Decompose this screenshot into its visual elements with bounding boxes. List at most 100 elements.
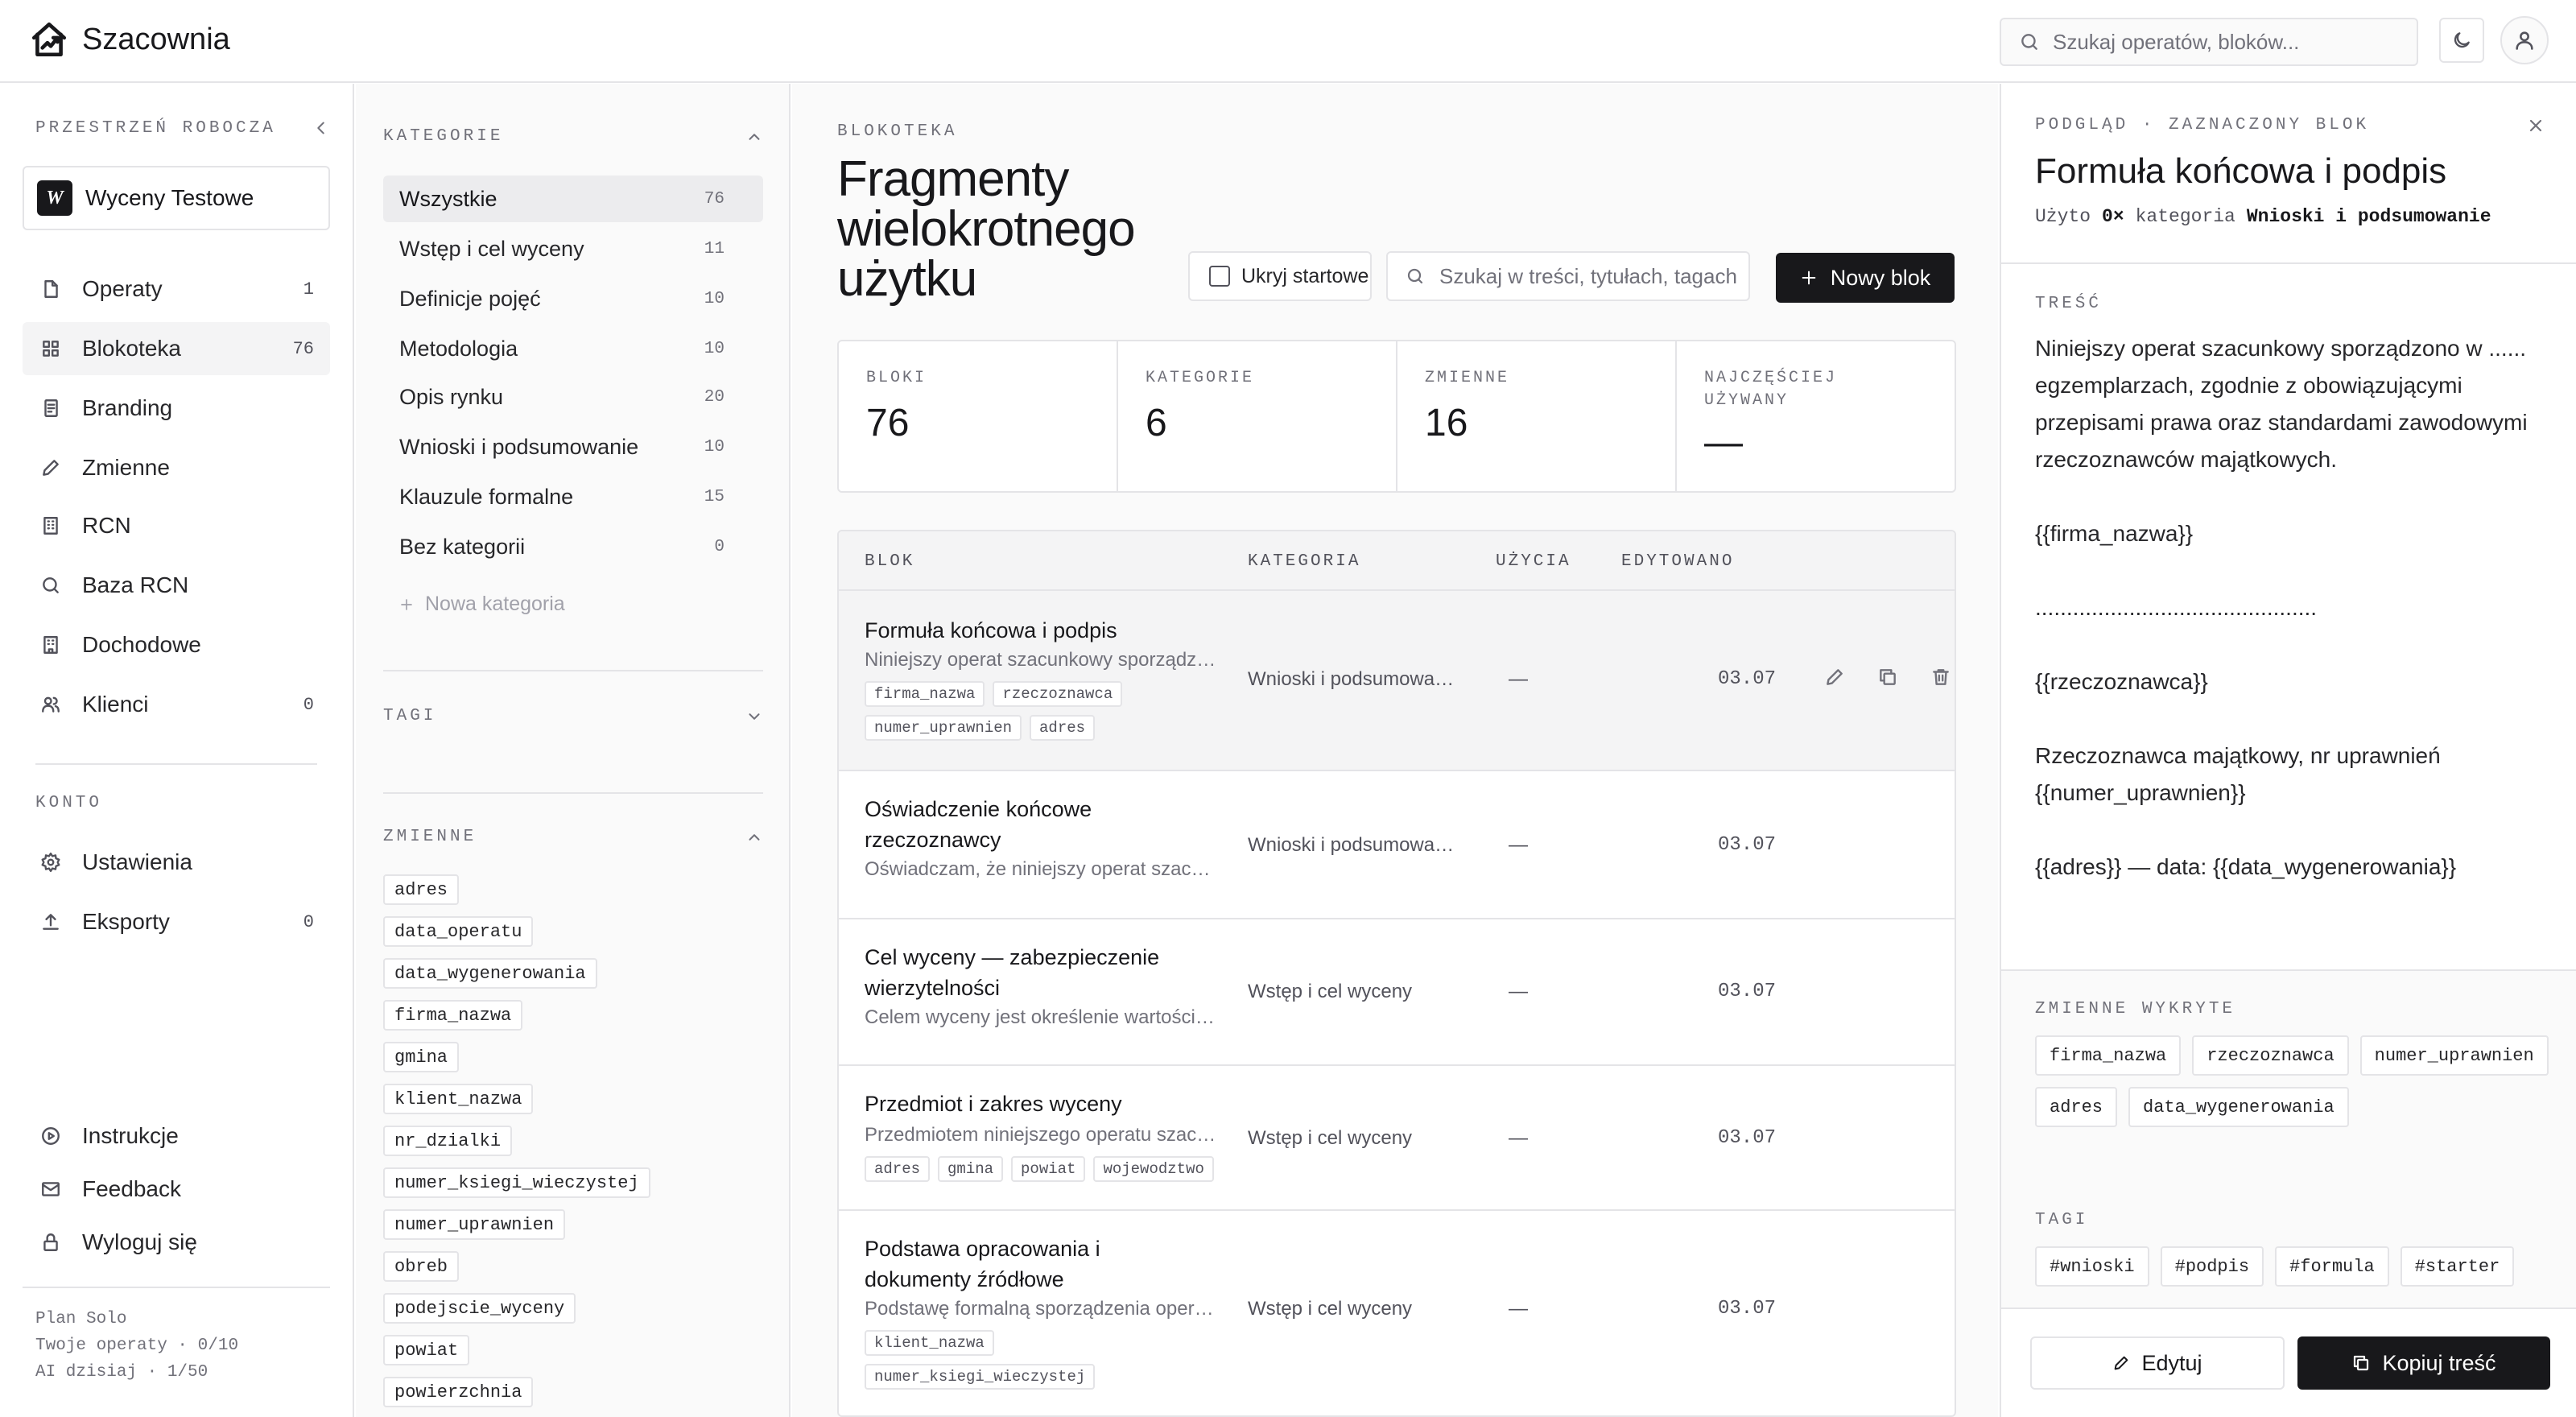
sidebar-divider [23, 1287, 330, 1288]
pencil-icon [39, 456, 63, 480]
variable-chip[interactable]: podejscie_wyceny [383, 1293, 576, 1324]
sidebar-item-dochodowe[interactable]: Dochodowe [23, 618, 330, 671]
category-label: Definicje pojęć [399, 286, 541, 311]
variable-chip[interactable]: nr_dzialki [383, 1126, 513, 1156]
table-row[interactable]: Formuła końcowa i podpis Niniejszy opera… [839, 591, 1955, 771]
close-preview-button[interactable] [2526, 116, 2545, 135]
variable-tag: rzeczoznawca [993, 681, 1123, 707]
edit-button[interactable]: Edytuj [2030, 1336, 2285, 1390]
collapse-sidebar-button[interactable] [312, 119, 330, 137]
sidebar-item-baza-rcn[interactable]: Baza RCN [23, 559, 330, 612]
hide-starter-checkbox[interactable]: Ukryj startowe [1188, 251, 1372, 301]
column-header-edytowano[interactable]: EDYTOWANO [1621, 552, 1734, 571]
sidebar-item-feedback[interactable]: Feedback [23, 1163, 330, 1216]
tags-header[interactable]: TAGI [383, 707, 763, 725]
workspace-label: PRZESTRZEŃ ROBOCZA [35, 119, 276, 138]
checkbox[interactable] [1209, 266, 1230, 287]
block-title: Cel wyceny — zabezpieczenie wierzytelnoś… [865, 945, 1160, 1000]
variable-chip[interactable]: powierzchnia [383, 1377, 534, 1407]
user-avatar-button[interactable] [2500, 16, 2549, 64]
variable-chip[interactable]: obreb [383, 1251, 460, 1282]
stat-label: NAJCZĘŚCIEJ UŻYWANY [1704, 369, 1838, 410]
variable-chip[interactable]: numer_ksiegi_wieczystej [383, 1167, 650, 1198]
variable-chip[interactable]: rzeczoznawca [2192, 1035, 2349, 1076]
category-item[interactable]: Definicje pojęć 10 [383, 275, 763, 322]
sidebar-item-logout[interactable]: Wyloguj się [23, 1216, 330, 1269]
building-icon [39, 514, 63, 538]
sidebar-item-klienci[interactable]: Klienci 0 [23, 678, 330, 731]
variable-chip[interactable]: firma_nazwa [2035, 1035, 2182, 1076]
sidebar-item-label: RCN [82, 513, 131, 538]
copy-button-label: Kopiuj treść [2382, 1350, 2496, 1375]
sidebar-item-ustawienia[interactable]: Ustawienia [23, 836, 330, 889]
brand[interactable]: Szacownia [29, 19, 230, 60]
sidebar-item-rcn[interactable]: RCN [23, 499, 330, 552]
variable-chip[interactable]: firma_nazwa [383, 1000, 523, 1031]
sidebar-item-label: Ustawienia [82, 849, 192, 874]
variable-chip[interactable]: numer_uprawnien [2359, 1035, 2549, 1076]
category-item[interactable]: Wstęp i cel wyceny 11 [383, 225, 763, 272]
sidebar-item-zmienne[interactable]: Zmienne [23, 441, 330, 494]
sidebar-item-label: Zmienne [82, 455, 170, 480]
category-count: 15 [704, 487, 724, 506]
variable-chip[interactable]: data_wygenerowania [2128, 1087, 2349, 1127]
preview-meta: Użyto 0× kategoria Wnioski i podsumowani… [2035, 206, 2491, 227]
category-item[interactable]: Opis rynku 20 [383, 374, 763, 420]
category-item-wszystkie[interactable]: Wszystkie 76 [383, 176, 763, 222]
copy-content-button[interactable]: Kopiuj treść [2297, 1336, 2550, 1390]
moon-icon [2451, 30, 2472, 51]
column-header-kategoria[interactable]: KATEGORIA [1248, 552, 1360, 571]
row-actions [1824, 667, 1951, 688]
column-header-uzycia[interactable]: UŻYCIA [1496, 552, 1571, 571]
block-search-input[interactable]: Szukaj w treści, tytułach, tagach [1386, 251, 1750, 301]
variable-chip[interactable]: data_wygenerowania [383, 958, 597, 989]
table-row[interactable]: Podstawa opracowania i dokumenty źródłow… [839, 1211, 1955, 1415]
categories-header[interactable]: KATEGORIE [383, 127, 763, 146]
sidebar-item-instrukcje[interactable]: Instrukcje [23, 1109, 330, 1163]
table-row[interactable]: Oświadczenie końcowe rzeczoznawcy Oświad… [839, 771, 1955, 919]
column-header-blok[interactable]: BLOK [865, 552, 914, 571]
tag-chip[interactable]: #starter [2400, 1246, 2515, 1287]
sidebar-item-branding[interactable]: Branding [23, 382, 330, 435]
new-block-button[interactable]: Nowy blok [1776, 253, 1955, 303]
variable-chip[interactable]: data_operatu [383, 916, 534, 947]
table-header: BLOK KATEGORIA UŻYCIA EDYTOWANO [839, 531, 1955, 591]
page-eyebrow: BLOKOTEKA [837, 122, 958, 141]
building-icon [39, 633, 63, 657]
sidebar: PRZESTRZEŃ ROBOCZA W Wyceny Testowe Oper… [0, 84, 354, 1417]
tag-chip[interactable]: #wnioski [2035, 1246, 2149, 1287]
tag-chip[interactable]: #formula [2275, 1246, 2389, 1287]
table-row[interactable]: Przedmiot i zakres wyceny Przedmiotem ni… [839, 1066, 1955, 1211]
category-item[interactable]: Bez kategorii 0 [383, 523, 763, 570]
sidebar-item-eksporty[interactable]: Eksporty 0 [23, 895, 330, 948]
stat-value: 76 [866, 402, 910, 444]
sidebar-item-operaty[interactable]: Operaty 1 [23, 262, 330, 316]
global-search-input[interactable]: Szukaj operatów, bloków... [2000, 18, 2418, 66]
variable-tag: gmina [938, 1156, 1004, 1182]
variable-chip[interactable]: numer_uprawnien [383, 1209, 566, 1240]
chevron-left-icon [312, 119, 330, 137]
variables-header[interactable]: ZMIENNE [383, 828, 763, 846]
variable-chip[interactable]: gmina [383, 1042, 460, 1072]
new-category-button[interactable]: Nowa kategoria [399, 593, 565, 616]
category-item[interactable]: Klauzule formalne 15 [383, 473, 763, 520]
stats-bar: BLOKI 76 KATEGORIE 6 ZMIENNE 16 NAJCZĘŚC… [837, 340, 1956, 493]
variable-chip[interactable]: adres [383, 874, 460, 905]
workspace-switcher[interactable]: W Wyceny Testowe [23, 166, 330, 230]
trash-icon[interactable] [1930, 667, 1951, 688]
stat-card: NAJCZĘŚCIEJ UŻYWANY — [1677, 341, 1955, 491]
tag-list: #wnioski #podpis #formula #starter [2035, 1246, 2550, 1287]
table-row[interactable]: Cel wyceny — zabezpieczenie wierzytelnoś… [839, 919, 1955, 1066]
category-item[interactable]: Metodologia 10 [383, 325, 763, 372]
variable-chip[interactable]: adres [2035, 1087, 2118, 1127]
theme-toggle-button[interactable] [2439, 18, 2484, 63]
used-label: Użyto [2035, 206, 2091, 227]
tag-chip[interactable]: #podpis [2160, 1246, 2264, 1287]
duplicate-icon[interactable] [1877, 667, 1898, 688]
variable-chip[interactable]: powiat [383, 1335, 470, 1365]
variable-chip[interactable]: klient_nazwa [383, 1084, 534, 1114]
sidebar-item-blokoteka[interactable]: Blokoteka 76 [23, 322, 330, 375]
category-item[interactable]: Wnioski i podsumowanie 10 [383, 423, 763, 470]
block-category: Wstęp i cel wyceny [1248, 981, 1413, 1002]
edit-icon[interactable] [1824, 667, 1845, 688]
